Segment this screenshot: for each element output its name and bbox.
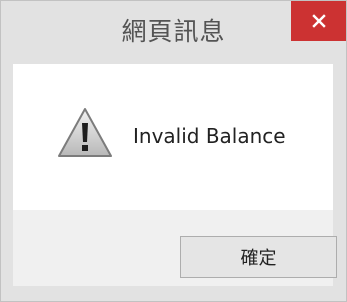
warning-icon <box>58 108 112 157</box>
ok-button[interactable]: 確定 <box>180 236 337 278</box>
message-dialog: 網頁訊息 Invalid Balance 確定 <box>0 0 347 302</box>
dialog-content: Invalid Balance 確定 <box>13 64 337 286</box>
close-button[interactable] <box>291 1 346 41</box>
message-text: Invalid Balance <box>133 124 286 148</box>
dialog-footer: 確定 <box>13 210 337 286</box>
dialog-titlebar[interactable]: 網頁訊息 <box>1 1 346 64</box>
close-icon <box>311 14 326 28</box>
